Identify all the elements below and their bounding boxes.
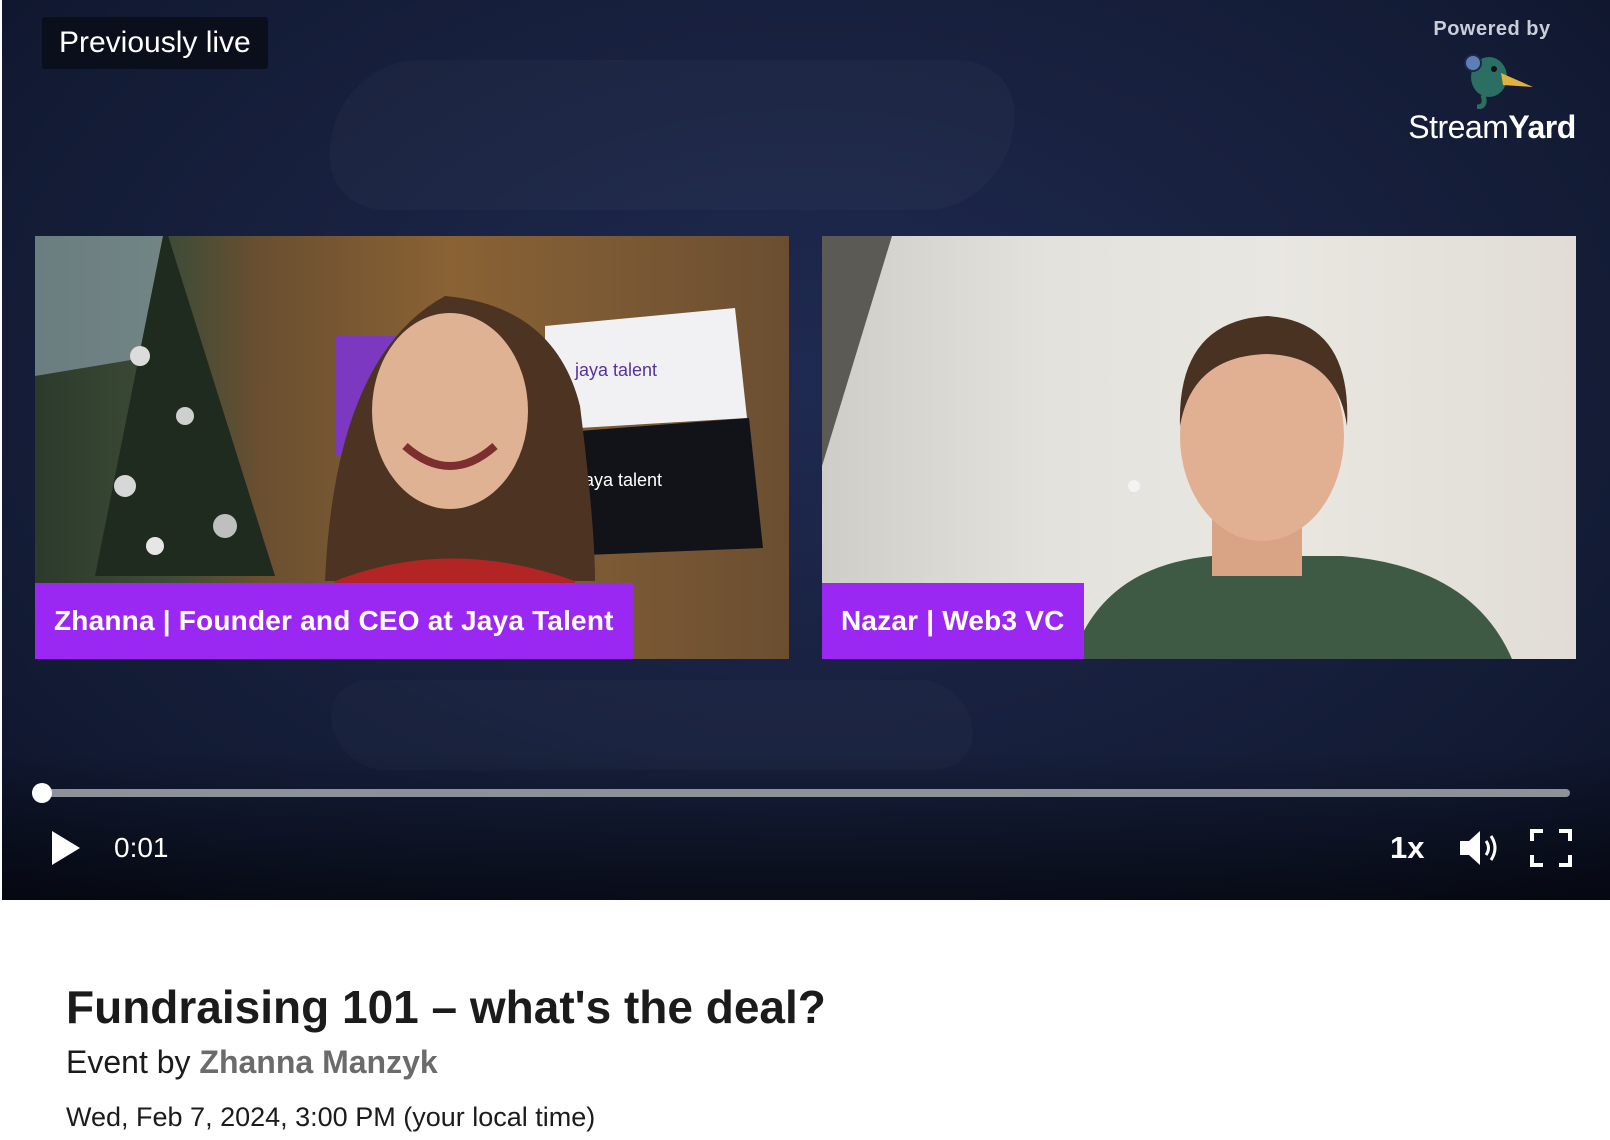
volume-button[interactable]	[1458, 820, 1502, 876]
progress-thumb[interactable]	[32, 783, 52, 803]
playback-speed-button[interactable]: 1x	[1390, 820, 1424, 876]
streamyard-duck-icon	[1464, 54, 1533, 109]
progress-bar[interactable]	[32, 780, 1570, 806]
fullscreen-button[interactable]	[1530, 820, 1572, 876]
svg-text:jaya talent: jaya talent	[574, 360, 657, 380]
participant-label-zhanna: Zhanna | Founder and CEO at Jaya Talent	[35, 583, 633, 659]
previously-live-badge: Previously live	[42, 17, 268, 69]
volume-icon	[1460, 831, 1497, 865]
play-icon	[52, 831, 80, 865]
event-title: Fundraising 101 – what's the deal?	[66, 981, 826, 1033]
organizer-link[interactable]: Zhanna Manzyk	[199, 1044, 437, 1080]
participant-tile-zhanna: jaya talent jaya talent Zhanna | Founder…	[35, 236, 789, 659]
participant-tile-nazar: Nazar | Web3 VC	[822, 236, 1576, 659]
byline-prefix: Event by	[66, 1044, 191, 1080]
fullscreen-icon	[1530, 829, 1572, 867]
progress-track[interactable]	[42, 789, 1570, 797]
controls-gradient	[2, 750, 1610, 900]
video-player[interactable]: Previously live Powered by StreamYard ja…	[2, 0, 1610, 900]
svg-text:jaya talent: jaya talent	[579, 470, 662, 490]
streamyard-wordmark: StreamYard	[1408, 109, 1576, 145]
event-info: Fundraising 101 – what's the deal? Event…	[66, 980, 1366, 1134]
participant-label-nazar: Nazar | Web3 VC	[822, 583, 1084, 659]
powered-by-logo: Powered by StreamYard	[1392, 18, 1592, 146]
play-button[interactable]	[46, 820, 86, 876]
powered-by-label: Powered by	[1433, 18, 1551, 40]
event-datetime: Wed, Feb 7, 2024, 3:00 PM (your local ti…	[66, 1102, 596, 1132]
event-byline: Event by Zhanna Manzyk	[66, 1042, 1366, 1082]
current-time: 0:01	[114, 832, 169, 863]
